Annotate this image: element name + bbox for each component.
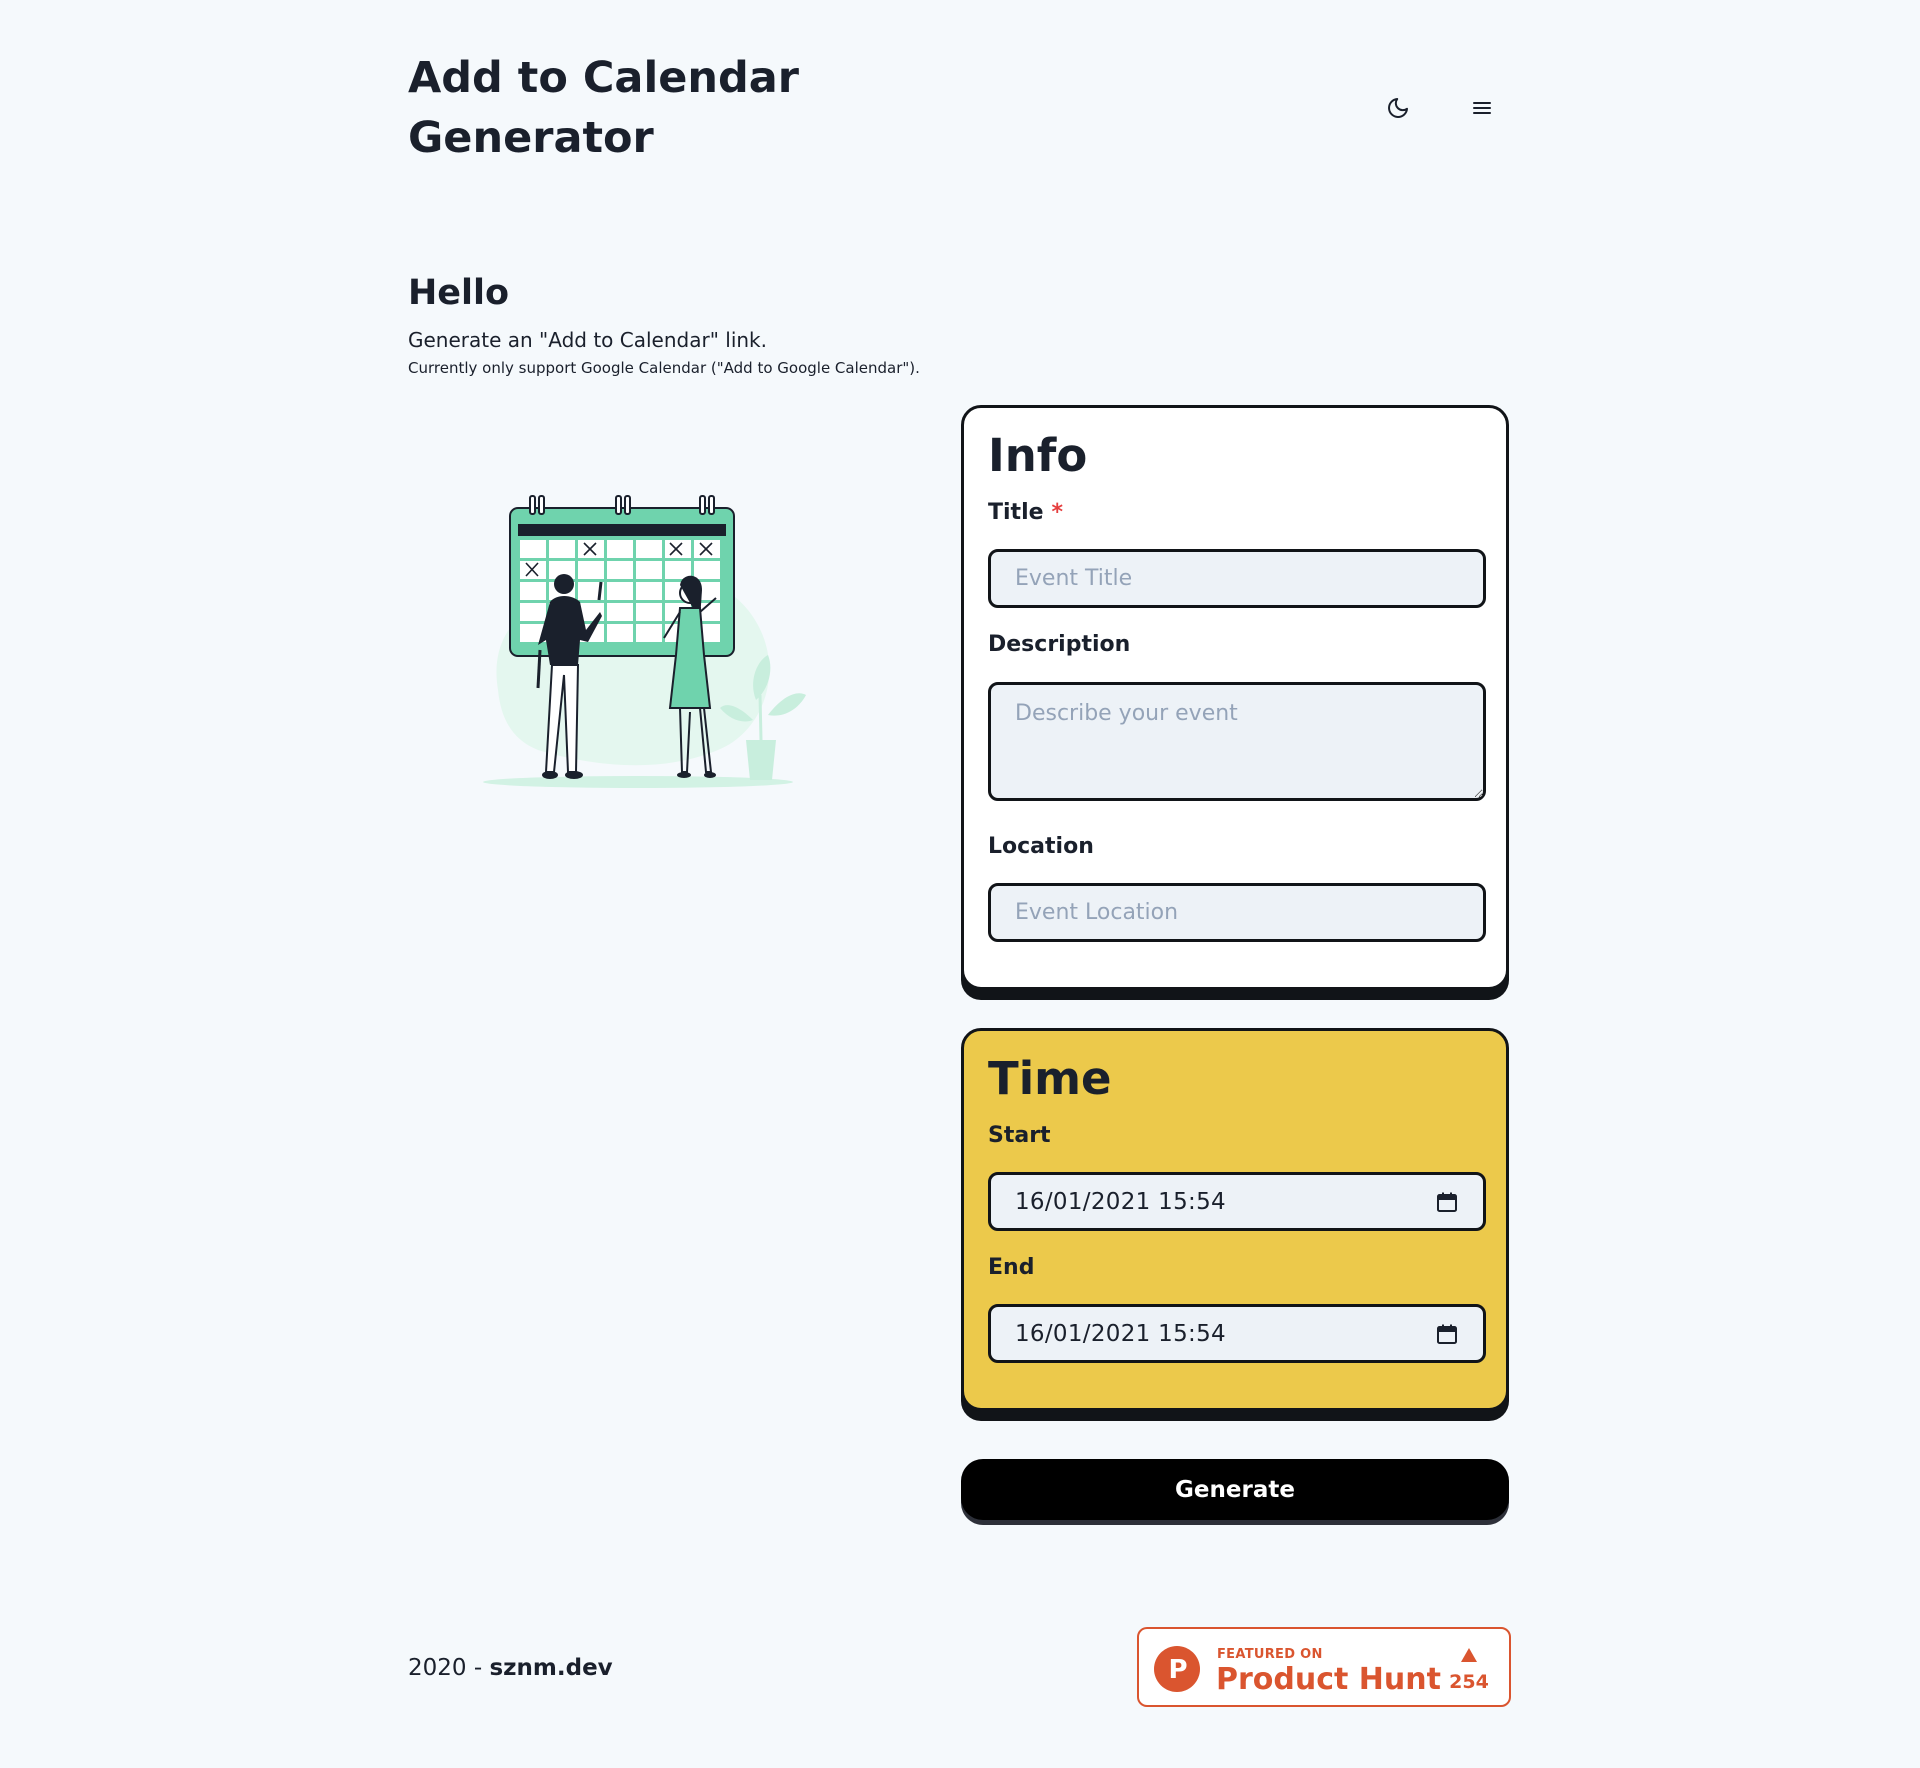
time-card-heading: Time bbox=[988, 1052, 1112, 1105]
footer: 2020 - sznm.dev bbox=[408, 1652, 613, 1684]
start-label: Start bbox=[988, 1123, 1051, 1148]
product-hunt-upvotes: 254 bbox=[1449, 1671, 1489, 1693]
theme-toggle-button[interactable] bbox=[1374, 84, 1422, 132]
product-hunt-logo-icon: P bbox=[1154, 1646, 1200, 1692]
footer-site-link[interactable]: sznm.dev bbox=[489, 1655, 612, 1681]
end-datetime-input[interactable]: 16/01/2021 15:54 bbox=[988, 1304, 1486, 1363]
product-hunt-featured-text: FEATURED ON bbox=[1217, 1647, 1323, 1662]
moon-icon bbox=[1388, 98, 1408, 118]
location-label: Location bbox=[988, 834, 1094, 859]
start-datetime-input[interactable]: 16/01/2021 15:54 bbox=[988, 1172, 1486, 1231]
calendar-icon[interactable] bbox=[1435, 1190, 1459, 1214]
title-input[interactable] bbox=[988, 549, 1486, 608]
app-title: Add to Calendar Generator bbox=[408, 53, 799, 163]
calendar-planning-illustration bbox=[468, 490, 808, 800]
triangle-up-icon bbox=[1461, 1648, 1477, 1662]
description-input[interactable] bbox=[988, 682, 1486, 801]
title-label: Title * bbox=[988, 498, 1063, 528]
intro-description: Generate an "Add to Calendar" link. bbox=[408, 328, 767, 352]
info-card-heading: Info bbox=[988, 429, 1088, 482]
end-datetime-value: 16/01/2021 15:54 bbox=[1015, 1320, 1226, 1347]
info-card: Info Title * Description Location bbox=[961, 405, 1509, 990]
description-label: Description bbox=[988, 632, 1131, 657]
start-datetime-value: 16/01/2021 15:54 bbox=[1015, 1188, 1226, 1215]
footer-year: 2020 - bbox=[408, 1655, 490, 1681]
generate-button[interactable]: Generate bbox=[961, 1459, 1509, 1520]
end-label: End bbox=[988, 1255, 1035, 1280]
product-hunt-logo-letter: P bbox=[1168, 1655, 1187, 1685]
product-hunt-badge[interactable]: P FEATURED ON Product Hunt 254 bbox=[1137, 1627, 1511, 1707]
intro-note: Currently only support Google Calendar (… bbox=[408, 359, 920, 377]
title-label-text: Title bbox=[988, 500, 1044, 525]
intro-heading: Hello bbox=[408, 273, 510, 313]
menu-button[interactable] bbox=[1458, 84, 1506, 132]
page: Add to Calendar Generator Hello Generate… bbox=[408, 0, 1512, 1768]
required-mark: * bbox=[1051, 500, 1064, 525]
calendar-icon[interactable] bbox=[1435, 1322, 1459, 1346]
time-card: Time Start 16/01/2021 15:54 End 16/01/20… bbox=[961, 1028, 1509, 1411]
location-input[interactable] bbox=[988, 883, 1486, 942]
hamburger-menu-icon bbox=[1473, 102, 1491, 114]
product-hunt-name: Product Hunt bbox=[1216, 1662, 1441, 1697]
